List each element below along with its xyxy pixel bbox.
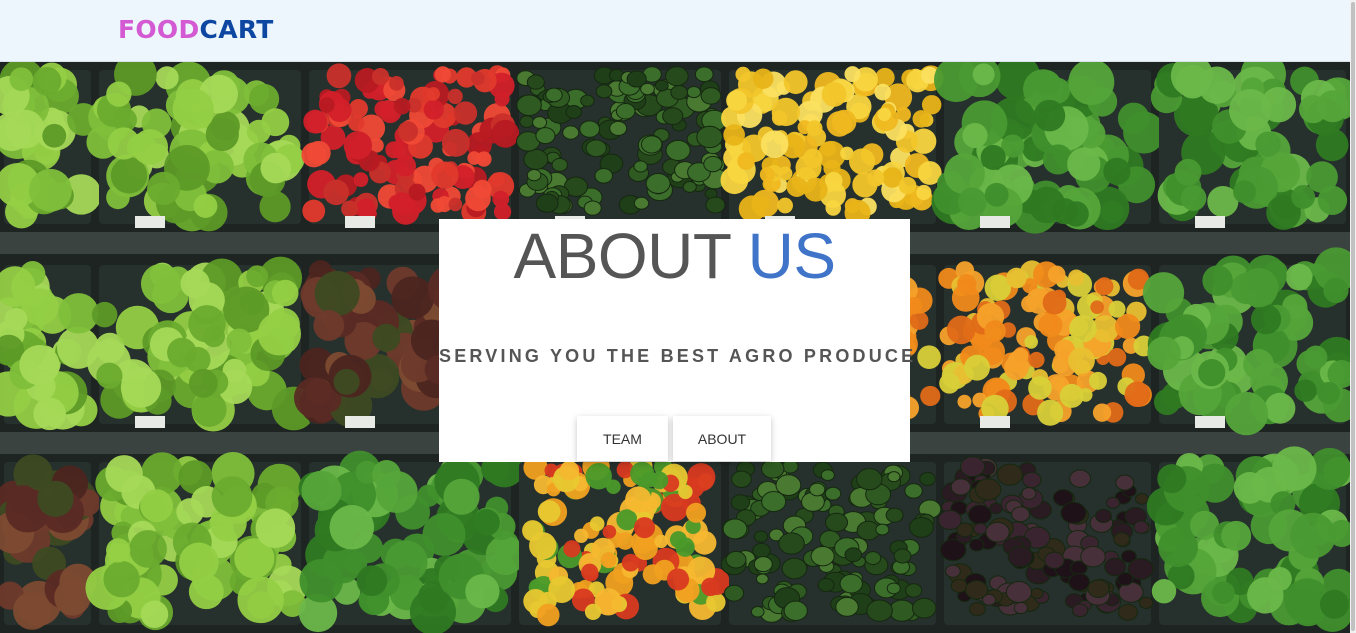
about-card: ABOUT US SERVING YOU THE BEST AGRO PRODU… xyxy=(439,219,917,462)
brand-food-text: FOOD xyxy=(118,15,200,44)
page-title-us: US xyxy=(747,220,836,292)
page-title-about: ABOUT xyxy=(513,220,748,292)
scrollbar-thumb[interactable] xyxy=(1351,2,1355,631)
brand-cart-text: CART xyxy=(199,15,274,44)
brand-logo-link[interactable]: FOODCART xyxy=(118,15,274,44)
tagline: SERVING YOU THE BEST AGRO PRODUCE xyxy=(439,346,917,366)
team-button[interactable]: TEAM xyxy=(577,416,668,461)
vertical-scrollbar[interactable] xyxy=(1350,0,1356,633)
about-button[interactable]: ABOUT xyxy=(673,416,771,461)
page-title: ABOUT US xyxy=(439,224,910,288)
navbar: FOODCART xyxy=(0,0,1350,62)
hero-section: ABOUT US SERVING YOU THE BEST AGRO PRODU… xyxy=(0,62,1350,633)
